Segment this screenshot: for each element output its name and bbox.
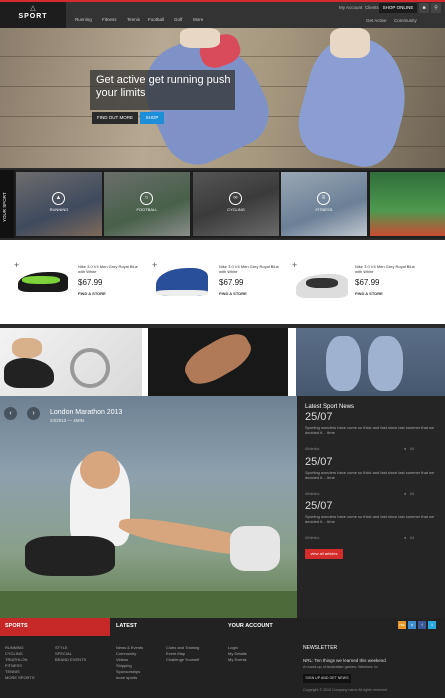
rss-icon[interactable]: rss bbox=[398, 621, 406, 629]
comment-icon: ● bbox=[404, 492, 407, 496]
product-price: $67.99 bbox=[355, 278, 380, 287]
util-get-active[interactable]: Get Active bbox=[366, 18, 387, 23]
find-out-more-button[interactable]: FIND OUT MORE bbox=[92, 112, 138, 124]
brand-logo[interactable]: △ SPORT bbox=[0, 2, 66, 28]
footer-link[interactable]: My Events bbox=[228, 657, 247, 663]
product-name[interactable]: Nike 3.0 V4 Men Grey Royal Blue with Whi… bbox=[219, 264, 279, 274]
product-price: $67.99 bbox=[219, 278, 244, 287]
sneakers-image[interactable] bbox=[296, 328, 445, 396]
newsletter-sub: A round-up of Australian games: Warriors… bbox=[303, 665, 378, 669]
util-community[interactable]: Community bbox=[394, 18, 417, 23]
category-tennis-image[interactable] bbox=[370, 172, 445, 236]
news-category[interactable]: Athletics bbox=[305, 492, 319, 496]
prev-arrow-icon[interactable]: ‹ bbox=[4, 407, 17, 420]
footer-sports-list-1: RUNNING CYCLING TRIATHLON FITNESS TENNIS… bbox=[5, 645, 35, 681]
comment-icon: ● bbox=[404, 447, 407, 451]
feature-meta: 24/2013 — 4MIN bbox=[50, 418, 85, 423]
news-category[interactable]: Athletics bbox=[305, 447, 319, 451]
news-date: 25/07 bbox=[305, 411, 333, 423]
nav-fitness[interactable]: Fitness bbox=[102, 17, 117, 22]
athlete-image[interactable] bbox=[148, 326, 288, 396]
top-accent-line bbox=[0, 0, 445, 2]
logo-mark-icon: △ bbox=[30, 5, 36, 12]
news-date: 25/07 bbox=[305, 500, 333, 512]
news-count: 84 bbox=[410, 447, 415, 451]
category-cycling[interactable]: ∞ CYCLING bbox=[193, 172, 279, 236]
find-store-link[interactable]: FIND A STORE bbox=[355, 291, 383, 296]
search-icon[interactable]: ⚲ bbox=[431, 3, 441, 13]
category-running[interactable]: ▲ RUNNING bbox=[16, 172, 102, 236]
nav-more[interactable]: More bbox=[193, 17, 203, 22]
find-store-link[interactable]: FIND A STORE bbox=[219, 291, 247, 296]
category-football[interactable]: ○ FOOTBALL bbox=[104, 172, 190, 236]
runner-icon: ▲ bbox=[52, 192, 65, 205]
product-image-1[interactable] bbox=[18, 272, 68, 292]
signup-button[interactable]: SIGN UP AND GET NEWS bbox=[303, 674, 351, 683]
twitter-icon[interactable]: t bbox=[428, 621, 436, 629]
footer-latest-heading: LATEST bbox=[116, 623, 137, 629]
footer-account-heading: YOUR ACCOUNT bbox=[228, 623, 273, 629]
nav-football[interactable]: Football bbox=[148, 17, 164, 22]
comment-icon: ● bbox=[404, 536, 407, 540]
brand-name: SPORT bbox=[18, 13, 48, 20]
plus-icon[interactable]: + bbox=[292, 260, 297, 270]
your-sport-tab[interactable]: YOUR SPORT bbox=[0, 170, 14, 238]
your-sport-label: YOUR SPORT bbox=[2, 192, 7, 222]
view-all-articles-button[interactable]: view all articles bbox=[305, 549, 343, 559]
product-image-2[interactable] bbox=[156, 268, 208, 296]
news-category[interactable]: Athletics bbox=[305, 536, 319, 540]
footer-link[interactable]: BRAND EVENTS bbox=[55, 657, 86, 663]
category-label: FITNESS bbox=[315, 207, 333, 212]
category-fitness[interactable]: ≡ FITNESS bbox=[281, 172, 367, 236]
hero-title: Get active get running push your limits bbox=[96, 74, 231, 99]
dumbbell-icon: ≡ bbox=[317, 192, 330, 205]
footer-link[interactable]: more sports bbox=[116, 675, 143, 681]
news-count: 84 bbox=[410, 492, 415, 496]
plus-icon[interactable]: + bbox=[14, 260, 19, 270]
footer-link[interactable]: Challenge Yourself bbox=[166, 657, 199, 663]
copyright: Copyright © 2013 Company name All rights… bbox=[303, 688, 387, 692]
ball-icon: ○ bbox=[140, 192, 153, 205]
news-heading: Latest Sport News bbox=[305, 404, 355, 410]
facebook-icon[interactable]: f bbox=[418, 621, 426, 629]
newsletter-heading: NEWSLETTER bbox=[303, 645, 338, 651]
nav-tennis[interactable]: Tennis bbox=[127, 17, 140, 22]
newsletter-text[interactable]: NRL: Ten things we learned this weekend bbox=[303, 658, 443, 663]
category-label: RUNNING bbox=[49, 207, 69, 212]
category-label: CYCLING bbox=[227, 207, 245, 212]
product-price: $67.99 bbox=[78, 278, 103, 287]
gym-bike-image[interactable] bbox=[0, 328, 142, 396]
shop-button[interactable]: SHOP bbox=[140, 112, 164, 124]
news-text[interactable]: Sporting wonders have come so thick and … bbox=[305, 470, 437, 480]
footer-sports-list-2: STYLE SPECIAL BRAND EVENTS bbox=[55, 645, 86, 663]
footer-sports-heading: SPORTS bbox=[5, 623, 28, 629]
news-date: 25/07 bbox=[305, 456, 333, 468]
marathon-feature[interactable] bbox=[0, 396, 297, 618]
nav-golf[interactable]: Golf bbox=[174, 17, 182, 22]
news-text[interactable]: Sporting wonders have come so thick and … bbox=[305, 425, 437, 435]
footer-account-list: Login My Details My Events bbox=[228, 645, 247, 663]
cart-icon[interactable]: ■ bbox=[419, 3, 429, 13]
util-clients[interactable]: Clients bbox=[365, 5, 379, 10]
category-label: FOOTBALL bbox=[136, 207, 158, 212]
skype-icon[interactable]: s bbox=[408, 621, 416, 629]
shop-online-button[interactable]: SHOP ONLINE bbox=[379, 3, 417, 13]
bike-icon: ∞ bbox=[229, 192, 242, 205]
footer-link[interactable]: MORE SPORTS bbox=[5, 675, 35, 681]
plus-icon[interactable]: + bbox=[152, 260, 157, 270]
news-count: 84 bbox=[410, 536, 415, 540]
footer-latest-list-1: News & Events Community Videos Shipping … bbox=[116, 645, 143, 681]
nav-running[interactable]: Running bbox=[75, 17, 92, 22]
feature-title[interactable]: London Marathon 2013 bbox=[50, 409, 122, 416]
product-image-3[interactable] bbox=[296, 274, 348, 298]
util-my-account[interactable]: My Account bbox=[339, 5, 362, 10]
find-store-link[interactable]: FIND A STORE bbox=[78, 291, 106, 296]
product-name[interactable]: Nike 3.0 V4 Men Grey Royal Blue with Whi… bbox=[78, 264, 138, 274]
news-text[interactable]: Sporting wonders have come so thick and … bbox=[305, 514, 437, 524]
next-arrow-icon[interactable]: › bbox=[27, 407, 40, 420]
product-name[interactable]: Nike 3.0 V4 Men Grey Royal Blue with Whi… bbox=[355, 264, 417, 274]
footer-latest-list-2: Clubs and Training Event Map Challenge Y… bbox=[166, 645, 199, 663]
